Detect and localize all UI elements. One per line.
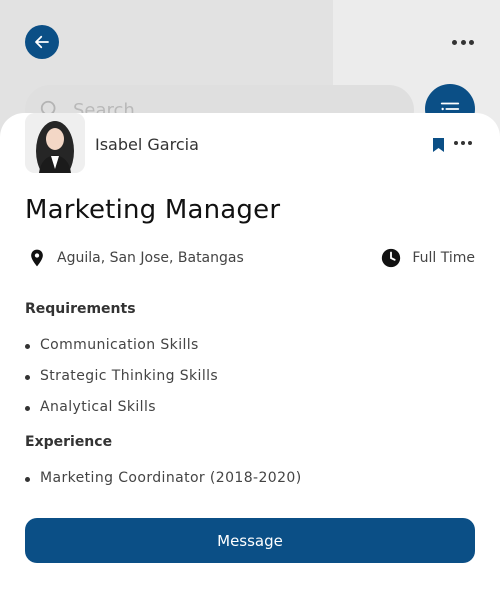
list-item: Marketing Coordinator (2018-2020) <box>25 462 302 493</box>
requirements-list: Communication Skills Strategic Thinking … <box>25 329 218 422</box>
author-name: Isabel Garcia <box>95 135 199 154</box>
list-item: Analytical Skills <box>25 391 218 422</box>
message-button[interactable]: Message <box>25 518 475 563</box>
more-dot <box>468 141 472 145</box>
job-location: Aguila, San Jose, Batangas <box>57 250 244 266</box>
job-type: Full Time <box>380 247 475 269</box>
more-options-button[interactable] <box>452 36 474 48</box>
experience-list: Marketing Coordinator (2018-2020) <box>25 462 302 493</box>
list-item: Strategic Thinking Skills <box>25 360 218 391</box>
requirements-heading: Requirements <box>25 301 136 317</box>
job-detail-sheet: Isabel Garcia Marketing Manager Aguila, … <box>0 113 500 613</box>
job-type-label: Full Time <box>412 250 475 266</box>
clock-icon <box>382 248 401 268</box>
bookmark-icon[interactable] <box>432 137 445 153</box>
more-dot <box>460 39 466 45</box>
arrow-left-icon <box>35 35 49 49</box>
location-pin-icon <box>25 246 49 270</box>
more-dot <box>461 141 465 145</box>
avatar <box>25 113 85 173</box>
more-dot <box>452 39 457 45</box>
avatar-image <box>25 113 85 173</box>
job-meta: Aguila, San Jose, Batangas Full Time <box>25 247 475 269</box>
job-title: Marketing Manager <box>25 195 281 225</box>
more-dot <box>469 39 474 45</box>
experience-heading: Experience <box>25 434 113 450</box>
more-dot <box>454 141 458 145</box>
back-button[interactable] <box>25 25 59 59</box>
list-item: Communication Skills <box>25 329 218 360</box>
sheet-more-button[interactable] <box>454 141 472 147</box>
